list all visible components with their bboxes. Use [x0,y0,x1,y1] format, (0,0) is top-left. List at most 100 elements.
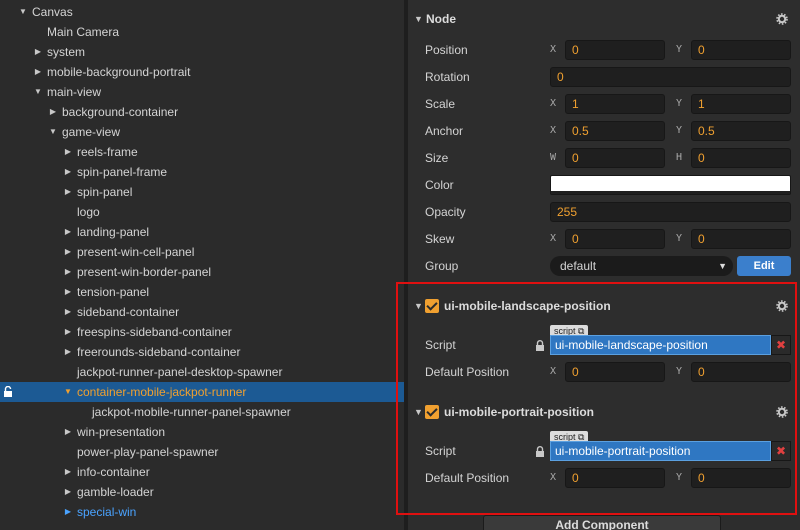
expand-arrow-down-icon[interactable]: ▼ [33,82,43,102]
tree-node[interactable]: Main Camera [0,22,404,42]
expand-arrow-down-icon[interactable]: ▼ [48,122,58,142]
rotation-field[interactable]: 0 [550,67,791,87]
tree-node-label: spin-panel [77,185,133,199]
skew-y-field[interactable]: 0 [691,229,791,249]
tree-node[interactable]: ▶ spin-panel [0,182,404,202]
group-edit-button[interactable]: Edit [737,256,791,276]
tree-node[interactable]: jackpot-mobile-runner-panel-spawner [0,402,404,422]
collapse-triangle-icon[interactable]: ▼ [414,8,423,30]
component-portrait-header[interactable]: ▼ ui-mobile-portrait-position [408,401,800,423]
component-enabled-checkbox[interactable] [425,405,439,419]
tree-node[interactable]: logo [0,202,404,222]
anchor-label: Anchor [425,124,464,138]
expand-arrow-right-icon[interactable]: ▶ [63,462,73,482]
node-section-header[interactable]: ▼ Node [408,8,800,30]
default-position-label: Default Position [425,471,510,485]
expand-arrow-right-icon[interactable]: ▶ [63,242,73,262]
tree-node[interactable]: power-play-panel-spawner [0,442,404,462]
default-position-y-axis: Y [676,366,683,377]
script-asset-field[interactable]: ui-mobile-landscape-position [550,335,771,355]
expand-arrow-right-icon[interactable]: ▶ [48,102,58,122]
expand-arrow-right-icon[interactable]: ▶ [33,42,43,62]
scale-x-field[interactable]: 1 [565,94,665,114]
component-landscape-header[interactable]: ▼ ui-mobile-landscape-position [408,295,800,317]
position-x-axis: X [550,44,557,55]
expand-arrow-right-icon[interactable]: ▶ [63,422,73,442]
size-h-axis: H [676,152,683,163]
group-select[interactable]: default ▼ [550,256,733,276]
expand-arrow-right-icon[interactable]: ▶ [63,182,73,202]
tree-node[interactable]: ▶ system [0,42,404,62]
expand-arrow-right-icon[interactable]: ▶ [63,342,73,362]
component-enabled-checkbox[interactable] [425,299,439,313]
tree-node[interactable]: ▶ tension-panel [0,282,404,302]
tree-node[interactable]: ▶ special-win [0,502,404,522]
tree-node[interactable]: ▶ freerounds-sideband-container [0,342,404,362]
expand-arrow-right-icon[interactable]: ▶ [63,502,73,522]
color-picker-field[interactable] [550,175,791,195]
tree-node[interactable]: ▶ sideband-container [0,302,404,322]
size-w-field[interactable]: 0 [565,148,665,168]
scale-y-field[interactable]: 1 [691,94,791,114]
tree-node-label: Main Camera [47,25,120,39]
anchor-x-field[interactable]: 0.5 [565,121,665,141]
tree-node-label: spin-panel-frame [77,165,168,179]
tree-node[interactable]: ▶ present-win-border-panel [0,262,404,282]
expand-arrow-right-icon[interactable]: ▶ [33,62,43,82]
script-asset-field[interactable]: ui-mobile-portrait-position [550,441,771,461]
default-position-y-field[interactable]: 0 [691,468,791,488]
gear-icon[interactable] [776,406,788,418]
tree-node[interactable]: jackpot-runner-panel-desktop-spawner [0,362,404,382]
opacity-field[interactable]: 255 [550,202,791,222]
collapse-triangle-icon[interactable]: ▼ [414,295,423,317]
size-h-field[interactable]: 0 [691,148,791,168]
expand-arrow-right-icon[interactable]: ▶ [63,322,73,342]
tree-node-label: win-presentation [77,425,166,439]
position-y-field[interactable]: 0 [691,40,791,60]
lock-icon [536,446,544,457]
tree-node[interactable]: ▶ reels-frame [0,142,404,162]
unlock-icon[interactable] [3,386,13,397]
opacity-label: Opacity [425,205,466,219]
tree-node[interactable]: ▶ mobile-background-portrait [0,62,404,82]
tree-node[interactable]: ▶ present-win-cell-panel [0,242,404,262]
gear-icon[interactable] [776,13,788,25]
tree-node-label: logo [77,205,100,219]
tree-node[interactable]: ▼ game-view [0,122,404,142]
lock-icon [536,340,544,351]
default-position-x-axis: X [550,472,557,483]
expand-arrow-right-icon[interactable]: ▶ [63,162,73,182]
tree-node[interactable]: ▶ info-container [0,462,404,482]
position-x-field[interactable]: 0 [565,40,665,60]
expand-arrow-right-icon[interactable]: ▶ [63,262,73,282]
tree-node[interactable]: ▶ landing-panel [0,222,404,242]
tree-node-label: freerounds-sideband-container [77,345,241,359]
tree-node[interactable]: ▶ gamble-loader [0,482,404,502]
clear-script-button[interactable]: ✖ [771,441,791,461]
tree-node[interactable]: ▶ freespins-sideband-container [0,322,404,342]
tree-node-label: jackpot-runner-panel-desktop-spawner [77,365,283,379]
tree-node[interactable]: ▼ Canvas [0,2,404,22]
expand-arrow-right-icon[interactable]: ▶ [63,142,73,162]
gear-icon[interactable] [776,300,788,312]
add-component-button[interactable]: Add Component [483,515,721,530]
expand-arrow-down-icon[interactable]: ▼ [63,382,73,402]
default-position-y-field[interactable]: 0 [691,362,791,382]
tree-node[interactable]: ▶ win-presentation [0,422,404,442]
scale-y-axis: Y [676,98,683,109]
tree-node[interactable]: ▼ container-mobile-jackpot-runner [0,382,404,402]
expand-arrow-right-icon[interactable]: ▶ [63,482,73,502]
expand-arrow-right-icon[interactable]: ▶ [63,302,73,322]
expand-arrow-right-icon[interactable]: ▶ [63,282,73,302]
tree-node[interactable]: ▶ background-container [0,102,404,122]
tree-node[interactable]: ▼ main-view [0,82,404,102]
clear-script-button[interactable]: ✖ [771,335,791,355]
default-position-x-field[interactable]: 0 [565,362,665,382]
default-position-x-field[interactable]: 0 [565,468,665,488]
expand-arrow-down-icon[interactable]: ▼ [18,2,28,22]
tree-node[interactable]: ▶ spin-panel-frame [0,162,404,182]
anchor-y-field[interactable]: 0.5 [691,121,791,141]
expand-arrow-right-icon[interactable]: ▶ [63,222,73,242]
skew-x-field[interactable]: 0 [565,229,665,249]
collapse-triangle-icon[interactable]: ▼ [414,401,423,423]
